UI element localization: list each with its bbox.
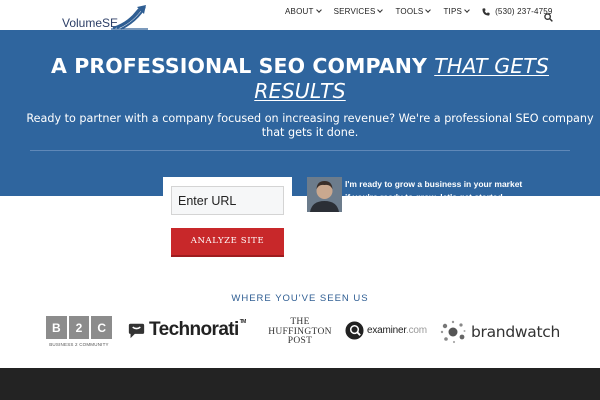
technorati-icon <box>128 323 145 338</box>
huffington-post-logo: THE HUFFINGTON POST <box>265 317 335 347</box>
brandwatch-logo: brandwatch <box>440 320 560 344</box>
avatar-photo <box>307 177 342 212</box>
b2c-letter: 2 <box>68 316 90 339</box>
nav-item-services[interactable]: SERVICES <box>333 7 384 16</box>
hero-title: A PROFESSIONAL SEO COMPANY THAT GETS RES… <box>30 54 570 104</box>
logo-mark-icon <box>111 5 148 30</box>
b2c-letter: C <box>91 316 113 339</box>
chevron-down-icon <box>377 7 384 13</box>
nav-item-tips[interactable]: TIPS <box>443 7 470 16</box>
examiner-icon <box>345 321 364 340</box>
nav-item-about[interactable]: ABOUT <box>285 7 322 16</box>
hero-title-emphasis-2: RESULTS <box>254 79 346 103</box>
chevron-down-icon <box>315 7 322 13</box>
nav-label: TOOLS <box>395 7 424 16</box>
testimonial-line-1: I'm ready to grow a business in your mar… <box>345 179 523 189</box>
hero-divider <box>30 150 570 151</box>
hero-title-main: A PROFESSIONAL SEO COMPANY <box>51 54 427 78</box>
examiner-logo: examiner.com <box>345 321 427 340</box>
search-icon <box>544 13 553 22</box>
brandwatch-icon <box>440 320 466 344</box>
examiner-wordmark: examiner.com <box>367 325 427 336</box>
footer <box>0 368 600 400</box>
nav-label: ABOUT <box>285 7 314 16</box>
nav-label: TIPS <box>443 7 463 16</box>
seen-us-title: WHERE YOU'VE SEEN US <box>231 293 369 304</box>
logo-text: VolumeSE <box>62 16 119 30</box>
b2c-caption: BUSINESS 2 COMMUNITY <box>49 342 109 347</box>
search-button[interactable] <box>544 7 553 26</box>
technorati-logo: TechnoratiTM <box>128 319 246 341</box>
b2c-letter: B <box>46 316 67 339</box>
chevron-down-icon <box>425 7 432 13</box>
testimonial-quote: I'm ready to grow a business in your mar… <box>345 178 565 197</box>
hero-title-emphasis: THAT GETS <box>434 54 549 78</box>
b2c-logo: B 2 C BUSINESS 2 COMMUNITY <box>46 316 113 347</box>
press-logos: B 2 C BUSINESS 2 COMMUNITY TechnoratiTM … <box>0 316 600 348</box>
hero-section: A PROFESSIONAL SEO COMPANY THAT GETS RES… <box>0 30 600 196</box>
brandwatch-wordmark: brandwatch <box>471 323 560 341</box>
url-input[interactable] <box>171 186 284 215</box>
content-background <box>342 196 600 206</box>
hero-subtitle: Ready to partner with a company focused … <box>26 112 594 139</box>
huffpost-line-3: POST <box>287 336 313 346</box>
phone-link[interactable]: (530) 237-4759 <box>482 7 553 16</box>
technorati-wordmark: TechnoratiTM <box>149 319 246 340</box>
nav-label: SERVICES <box>333 7 376 16</box>
main-nav: ABOUT SERVICES TOOLS TIPS (530) 237-4759 <box>285 7 553 16</box>
nav-item-tools[interactable]: TOOLS <box>395 7 432 16</box>
phone-icon <box>482 7 490 16</box>
site-header: VolumeSE ABOUT SERVICES TOOLS TIPS (530)… <box>0 0 600 30</box>
analyze-site-button[interactable]: ANALYZE SITE <box>171 228 284 257</box>
chevron-down-icon <box>464 7 470 13</box>
avatar <box>307 177 342 212</box>
